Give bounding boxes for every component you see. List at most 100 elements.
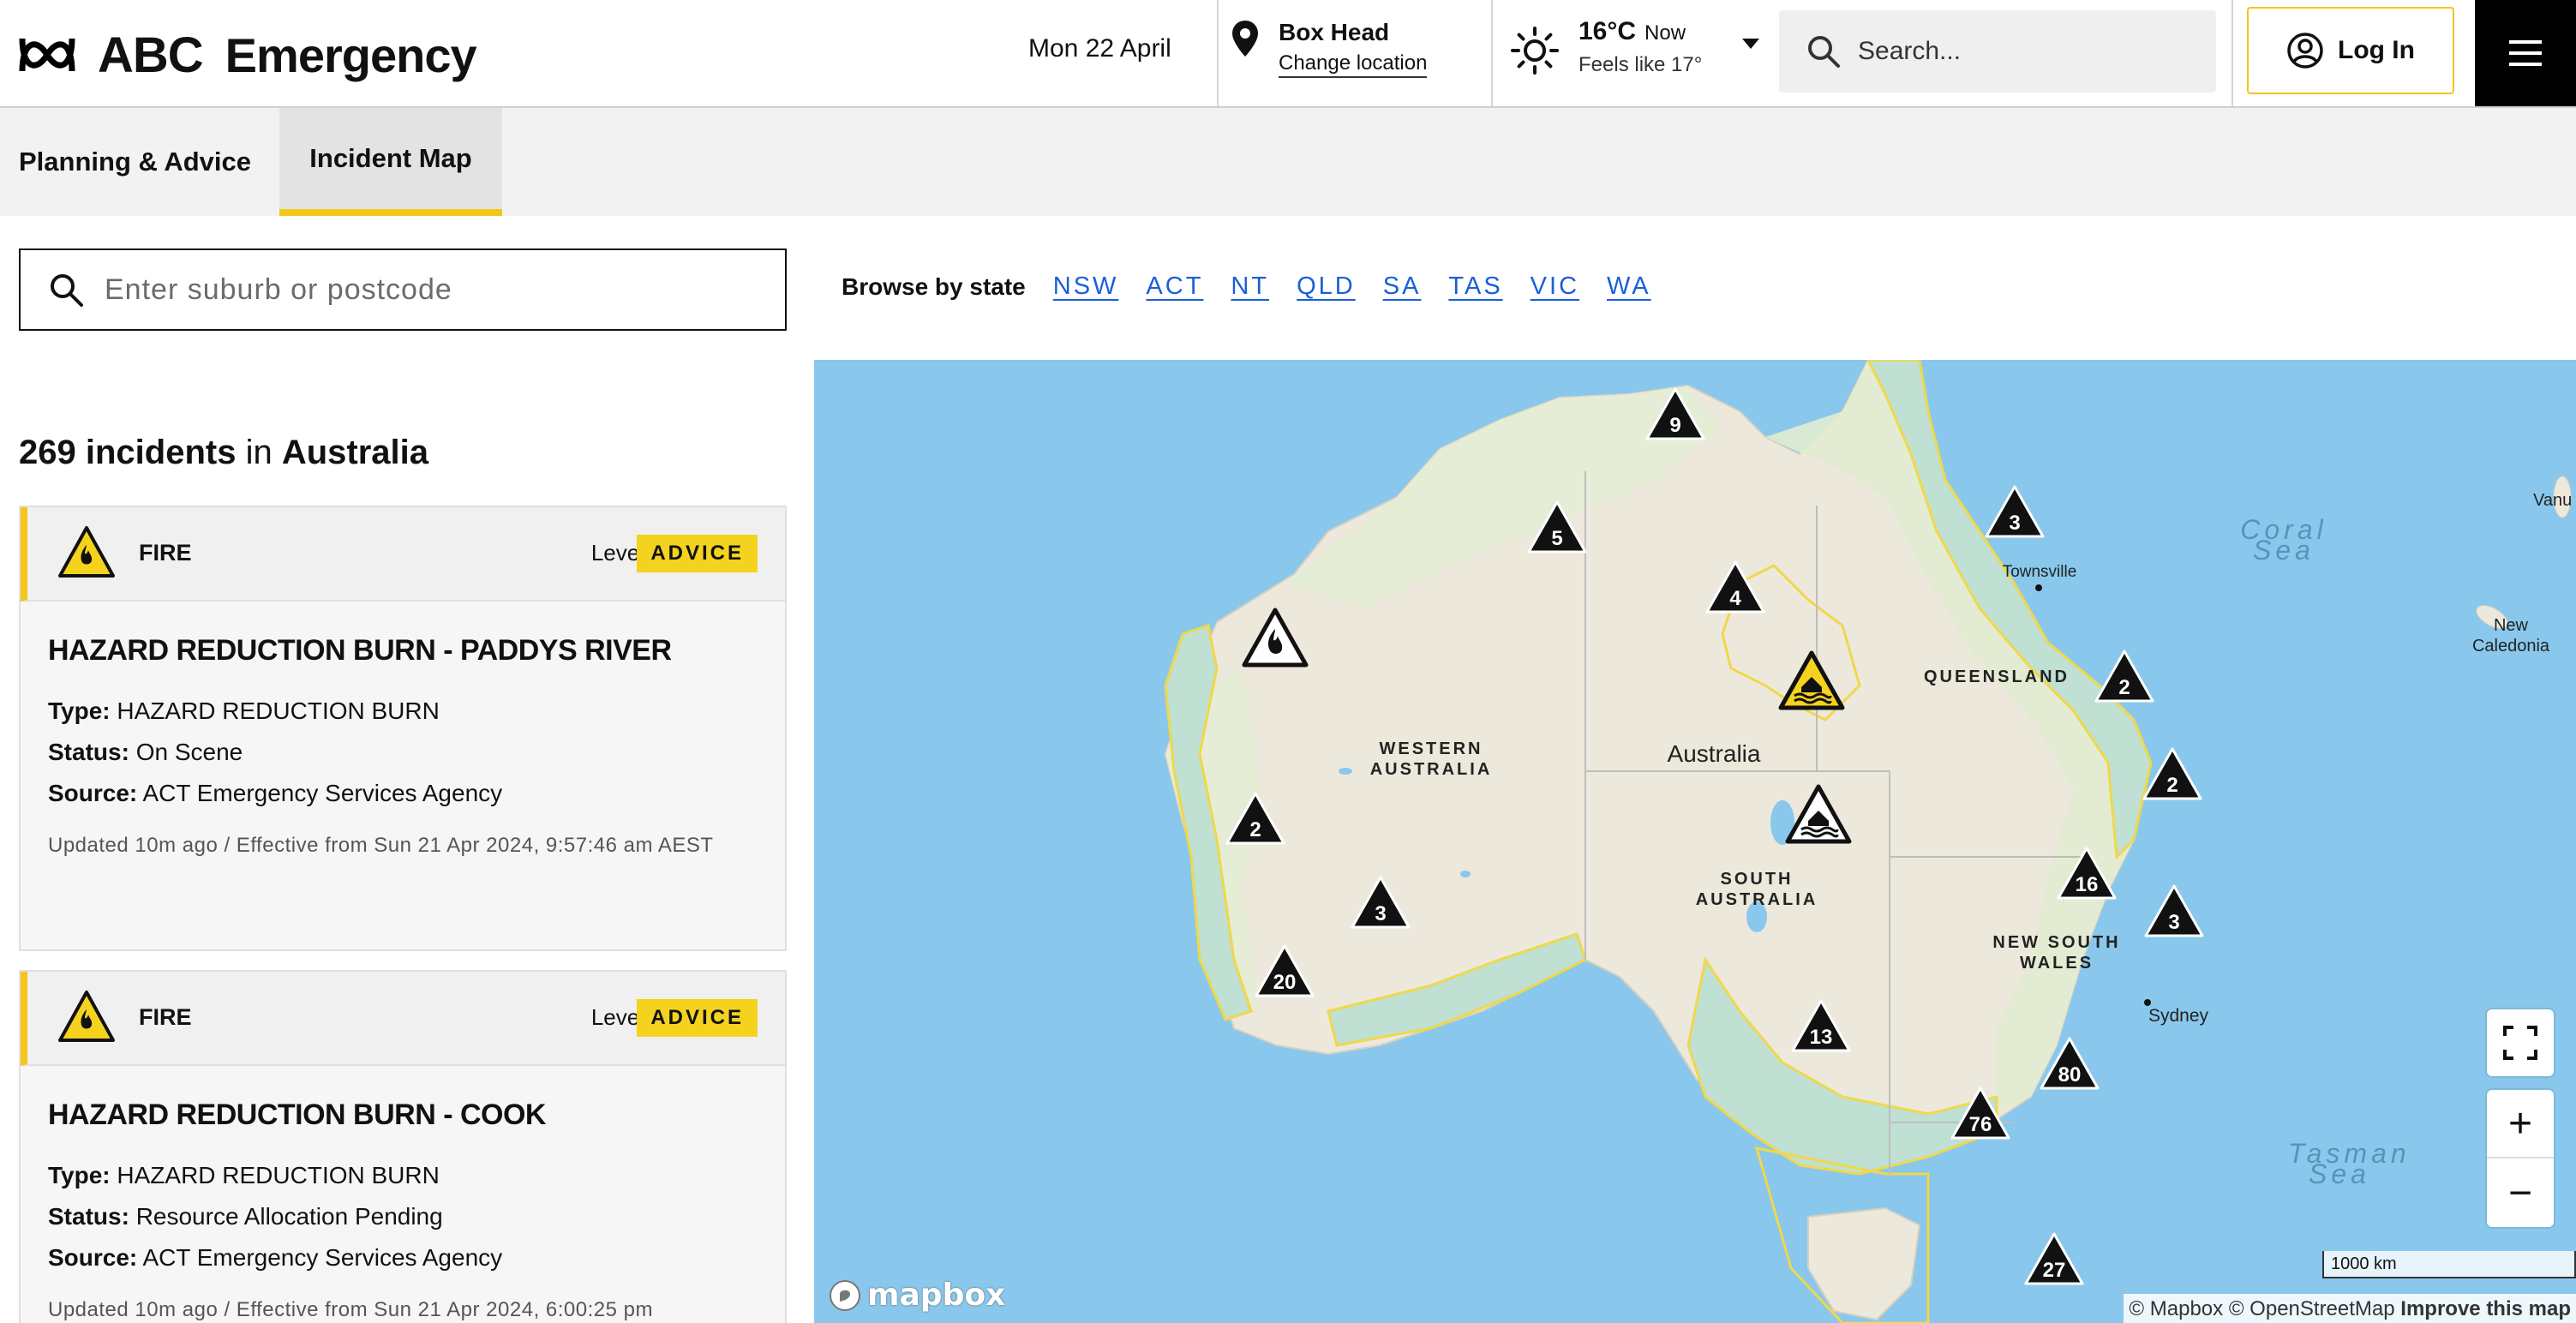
mapbox-logo[interactable]: mapbox (828, 1278, 1005, 1313)
map-label-tasman-sea: Tasman Sea (2288, 1138, 2411, 1189)
incident-cluster-marker[interactable]: 9 (1644, 386, 1707, 442)
login-button[interactable]: Log In (2247, 7, 2454, 94)
suburb-search-placeholder: Enter suburb or postcode (105, 272, 452, 306)
map-label-sa: SOUTH AUSTRALIA (1695, 870, 1818, 909)
incident-cluster-marker[interactable]: 3 (2142, 883, 2206, 939)
search-icon (51, 274, 83, 307)
state-link-nsw[interactable]: NSW (1053, 272, 1119, 301)
state-link-nt[interactable]: NT (1231, 272, 1269, 301)
incident-status: Status: Resource Allocation Pending (48, 1203, 443, 1230)
incident-map[interactable]: WESTERN AUSTRALIA SOUTH AUSTRALIA QUEENS… (814, 360, 2576, 1323)
fire-incident-marker[interactable] (1241, 607, 1309, 668)
location-name: Box Head (1279, 19, 1390, 45)
search-icon (1808, 36, 1840, 68)
change-location-link[interactable]: Change location (1279, 51, 1428, 78)
site-search-input[interactable]: Search... (1779, 10, 2216, 93)
location-pin-icon (1232, 21, 1258, 57)
browse-label: Browse by state (842, 272, 1026, 300)
map-label-australia: Australia (1667, 740, 1761, 767)
flood-advice-marker[interactable] (1784, 783, 1853, 845)
incident-card-header: FIRE Level ADVICE (21, 972, 785, 1066)
cluster-count: 3 (1375, 902, 1386, 925)
flood-warning-marker[interactable] (1777, 650, 1846, 711)
mapbox-wordmark: mapbox (867, 1278, 1006, 1313)
incident-status: Status: On Scene (48, 739, 243, 765)
suburb-search-input[interactable]: Enter suburb or postcode (19, 248, 787, 331)
site-header: ABC Emergency Mon 22 April Box Head Chan… (0, 0, 2576, 108)
map-label-townsville: Townsville (2002, 563, 2077, 581)
incident-card[interactable]: FIRE Level ADVICE HAZARD REDUCTION BURN … (19, 506, 787, 951)
fire-advice-icon (58, 526, 115, 578)
search-placeholder: Search... (1858, 37, 1962, 65)
cluster-count: 27 (2043, 1259, 2066, 1282)
map-scale: 1000 km (2322, 1251, 2576, 1278)
cluster-count: 9 (1669, 414, 1680, 437)
incident-cluster-marker[interactable]: 3 (1349, 874, 1412, 931)
map-label-nsw: NEW SOUTH WALES (1992, 933, 2121, 973)
incident-cluster-marker[interactable]: 2 (2093, 648, 2156, 704)
incident-card[interactable]: FIRE Level ADVICE HAZARD REDUCTION BURN … (19, 970, 787, 1323)
mapbox-icon (830, 1279, 860, 1311)
incident-cluster-marker[interactable]: 80 (2038, 1035, 2101, 1092)
map-label-new-caledonia: New Caledonia (2471, 616, 2550, 656)
incident-list: 269 incidents in Australia FIRE Level AD… (0, 360, 814, 1323)
incident-cluster-marker[interactable]: 76 (1949, 1085, 2012, 1141)
state-link-sa[interactable]: SA (1383, 272, 1422, 301)
incident-cluster-marker[interactable]: 13 (1789, 997, 1853, 1054)
weather-widget[interactable]: 16°C Now Feels like 17° (1510, 17, 1760, 77)
cluster-count: 13 (1810, 1026, 1833, 1049)
incident-cluster-marker[interactable]: 3 (1983, 483, 2046, 540)
map-label-wa: WESTERN AUSTRALIA (1369, 739, 1493, 779)
user-icon (2287, 33, 2323, 69)
state-link-qld[interactable]: QLD (1297, 272, 1356, 301)
incident-source: Source: ACT Emergency Services Agency (48, 780, 503, 806)
menu-button[interactable] (2475, 0, 2576, 106)
browse-by-state: Browse by state NSW ACT NT QLD SA TAS VI… (842, 272, 1651, 301)
map-label-qld: QUEENSLAND (1923, 667, 2070, 686)
cluster-count: 80 (2058, 1063, 2082, 1087)
current-date: Mon 22 April (1028, 34, 1171, 63)
map-label-coral-sea: Coral Sea (2240, 514, 2327, 566)
incident-cluster-marker[interactable]: 16 (2055, 845, 2118, 901)
cluster-count: 16 (2076, 873, 2099, 896)
incident-count-number: 269 incidents (19, 434, 237, 471)
incident-region: Australia (281, 434, 428, 471)
state-link-tas[interactable]: TAS (1448, 272, 1502, 301)
fullscreen-button[interactable] (2487, 1009, 2554, 1076)
divider (1217, 0, 1219, 106)
incident-count-in: in (245, 434, 273, 471)
incident-cluster-marker[interactable]: 4 (1704, 559, 1767, 615)
incident-cluster-marker[interactable]: 20 (1253, 943, 1316, 999)
location-widget[interactable]: Box Head Change location (1231, 19, 1428, 78)
state-link-wa[interactable]: WA (1607, 272, 1651, 301)
incident-updated: Updated 10m ago / Effective from Sun 21 … (48, 834, 714, 857)
incident-category: FIRE (139, 1004, 192, 1030)
map-label-sydney: Sydney (2148, 1006, 2209, 1026)
chevron-down-icon[interactable] (1741, 38, 1760, 50)
cluster-count: 5 (1551, 527, 1562, 550)
cluster-count: 3 (2009, 512, 2020, 535)
tab-incident-map[interactable]: Incident Map (279, 108, 502, 216)
cluster-count: 76 (1969, 1113, 1992, 1136)
incident-title[interactable]: HAZARD REDUCTION BURN - PADDYS RIVER (48, 634, 672, 667)
incident-cluster-marker[interactable]: 2 (2141, 745, 2204, 802)
warning-level-badge: ADVICE (637, 535, 758, 572)
incident-category: FIRE (139, 540, 192, 566)
attribution-text[interactable]: © Mapbox © OpenStreetMap (2129, 1297, 2394, 1320)
abc-emergency-logo[interactable]: ABC Emergency (19, 21, 477, 89)
state-link-vic[interactable]: VIC (1531, 272, 1579, 301)
incident-cluster-marker[interactable]: 5 (1525, 499, 1589, 555)
zoom-out-button[interactable]: − (2487, 1158, 2554, 1227)
zoom-in-button[interactable]: + (2487, 1090, 2554, 1158)
improve-map-link[interactable]: Improve this map (2400, 1297, 2571, 1320)
divider (2232, 0, 2233, 106)
incident-cluster-marker[interactable]: 2 (1224, 790, 1287, 847)
incident-cluster-marker[interactable]: 27 (2022, 1230, 2086, 1287)
incident-title[interactable]: HAZARD REDUCTION BURN - COOK (48, 1099, 546, 1132)
cluster-count: 2 (2118, 676, 2130, 699)
divider (1491, 0, 1493, 106)
state-link-act[interactable]: ACT (1146, 272, 1203, 301)
tab-planning-advice[interactable]: Planning & Advice (0, 108, 279, 216)
feels-like: Feels like 17° (1579, 53, 1703, 76)
hamburger-icon (2509, 40, 2542, 66)
